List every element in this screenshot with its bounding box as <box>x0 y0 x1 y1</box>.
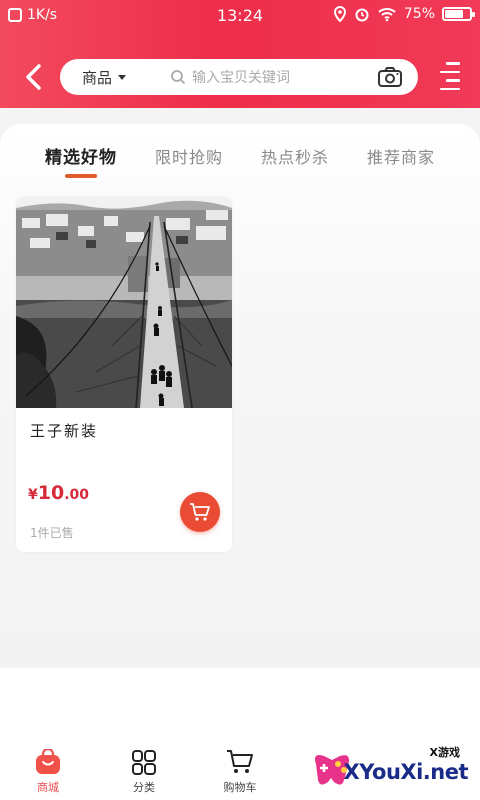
category-grid-icon <box>129 748 159 776</box>
watermark-small-text: X游戏 <box>429 746 460 759</box>
price-decimal: .00 <box>64 487 90 503</box>
product-image <box>16 196 232 409</box>
price-integer: 10 <box>37 482 65 504</box>
tab-label: 推荐商家 <box>366 148 435 167</box>
tab-label: 热点秒杀 <box>260 148 329 167</box>
price-symbol: ¥ <box>28 487 38 503</box>
menu-line-icon <box>440 70 460 73</box>
sold-count: 1件已售 <box>30 526 74 540</box>
search-bar: 商品 输入宝贝关键词 <box>60 59 418 95</box>
tab-active-indicator <box>64 174 97 178</box>
menu-line-icon <box>446 62 460 65</box>
search-icon <box>171 70 186 85</box>
watermark-site-name: XYouXi.net <box>343 760 469 784</box>
caret-down-icon <box>118 74 127 80</box>
tab-flash-sale[interactable]: 限时抢购 <box>155 148 223 178</box>
tabbar-label: 分类 <box>133 781 155 794</box>
tabbar-item-category[interactable]: 分类 <box>96 740 192 800</box>
back-button[interactable] <box>18 60 48 94</box>
back-arrow-icon <box>26 64 41 90</box>
tab-hot-seckill[interactable]: 热点秒杀 <box>261 148 329 178</box>
battery-fill <box>445 10 463 18</box>
status-right: 75% <box>333 6 475 22</box>
site-watermark: X游戏 XYouXi.net <box>304 744 472 794</box>
category-select[interactable]: 商品 <box>60 67 170 88</box>
camera-button[interactable] <box>376 63 404 91</box>
product-card[interactable]: 王子新装 ¥10.00 1件已售 <box>16 196 232 552</box>
tab-recommended-shops[interactable]: 推荐商家 <box>367 148 435 178</box>
alarm-icon <box>355 8 369 22</box>
add-to-cart-button[interactable] <box>180 492 220 532</box>
cart-icon <box>190 503 210 521</box>
product-tabs: 精选好物 限时抢购 热点秒杀 推荐商家 <box>0 148 480 188</box>
tab-label: 精选好物 <box>44 148 117 168</box>
tabbar-label: 购物车 <box>223 781 257 794</box>
product-price: ¥10.00 <box>28 482 89 504</box>
category-select-label: 商品 <box>82 68 113 87</box>
content-bottom-spacer <box>0 668 480 748</box>
status-bar: 1K/s 13:24 75% <box>0 0 480 32</box>
search-placeholder: 输入宝贝关键词 <box>192 70 290 86</box>
tabbar-item-cart[interactable]: 购物车 <box>192 740 288 800</box>
menu-line-icon <box>446 79 460 82</box>
menu-button[interactable] <box>438 62 460 90</box>
cart-icon <box>225 748 255 776</box>
wifi-icon <box>378 8 396 22</box>
battery-icon <box>442 7 475 21</box>
shop-bag-icon <box>33 748 63 776</box>
menu-line-icon <box>440 87 460 90</box>
product-name: 王子新装 <box>30 422 99 440</box>
tab-label: 限时抢购 <box>154 148 223 167</box>
tab-featured[interactable]: 精选好物 <box>45 148 117 178</box>
location-icon <box>333 6 346 22</box>
tabbar-label: 商城 <box>37 781 59 794</box>
battery-percent: 75% <box>403 6 435 22</box>
search-input[interactable]: 输入宝贝关键词 <box>170 67 376 87</box>
app-header: 1K/s 13:24 75% 商品 输入宝贝关键词 <box>0 0 480 108</box>
tabbar-item-shop[interactable]: 商城 <box>0 740 96 800</box>
camera-icon <box>378 67 402 87</box>
